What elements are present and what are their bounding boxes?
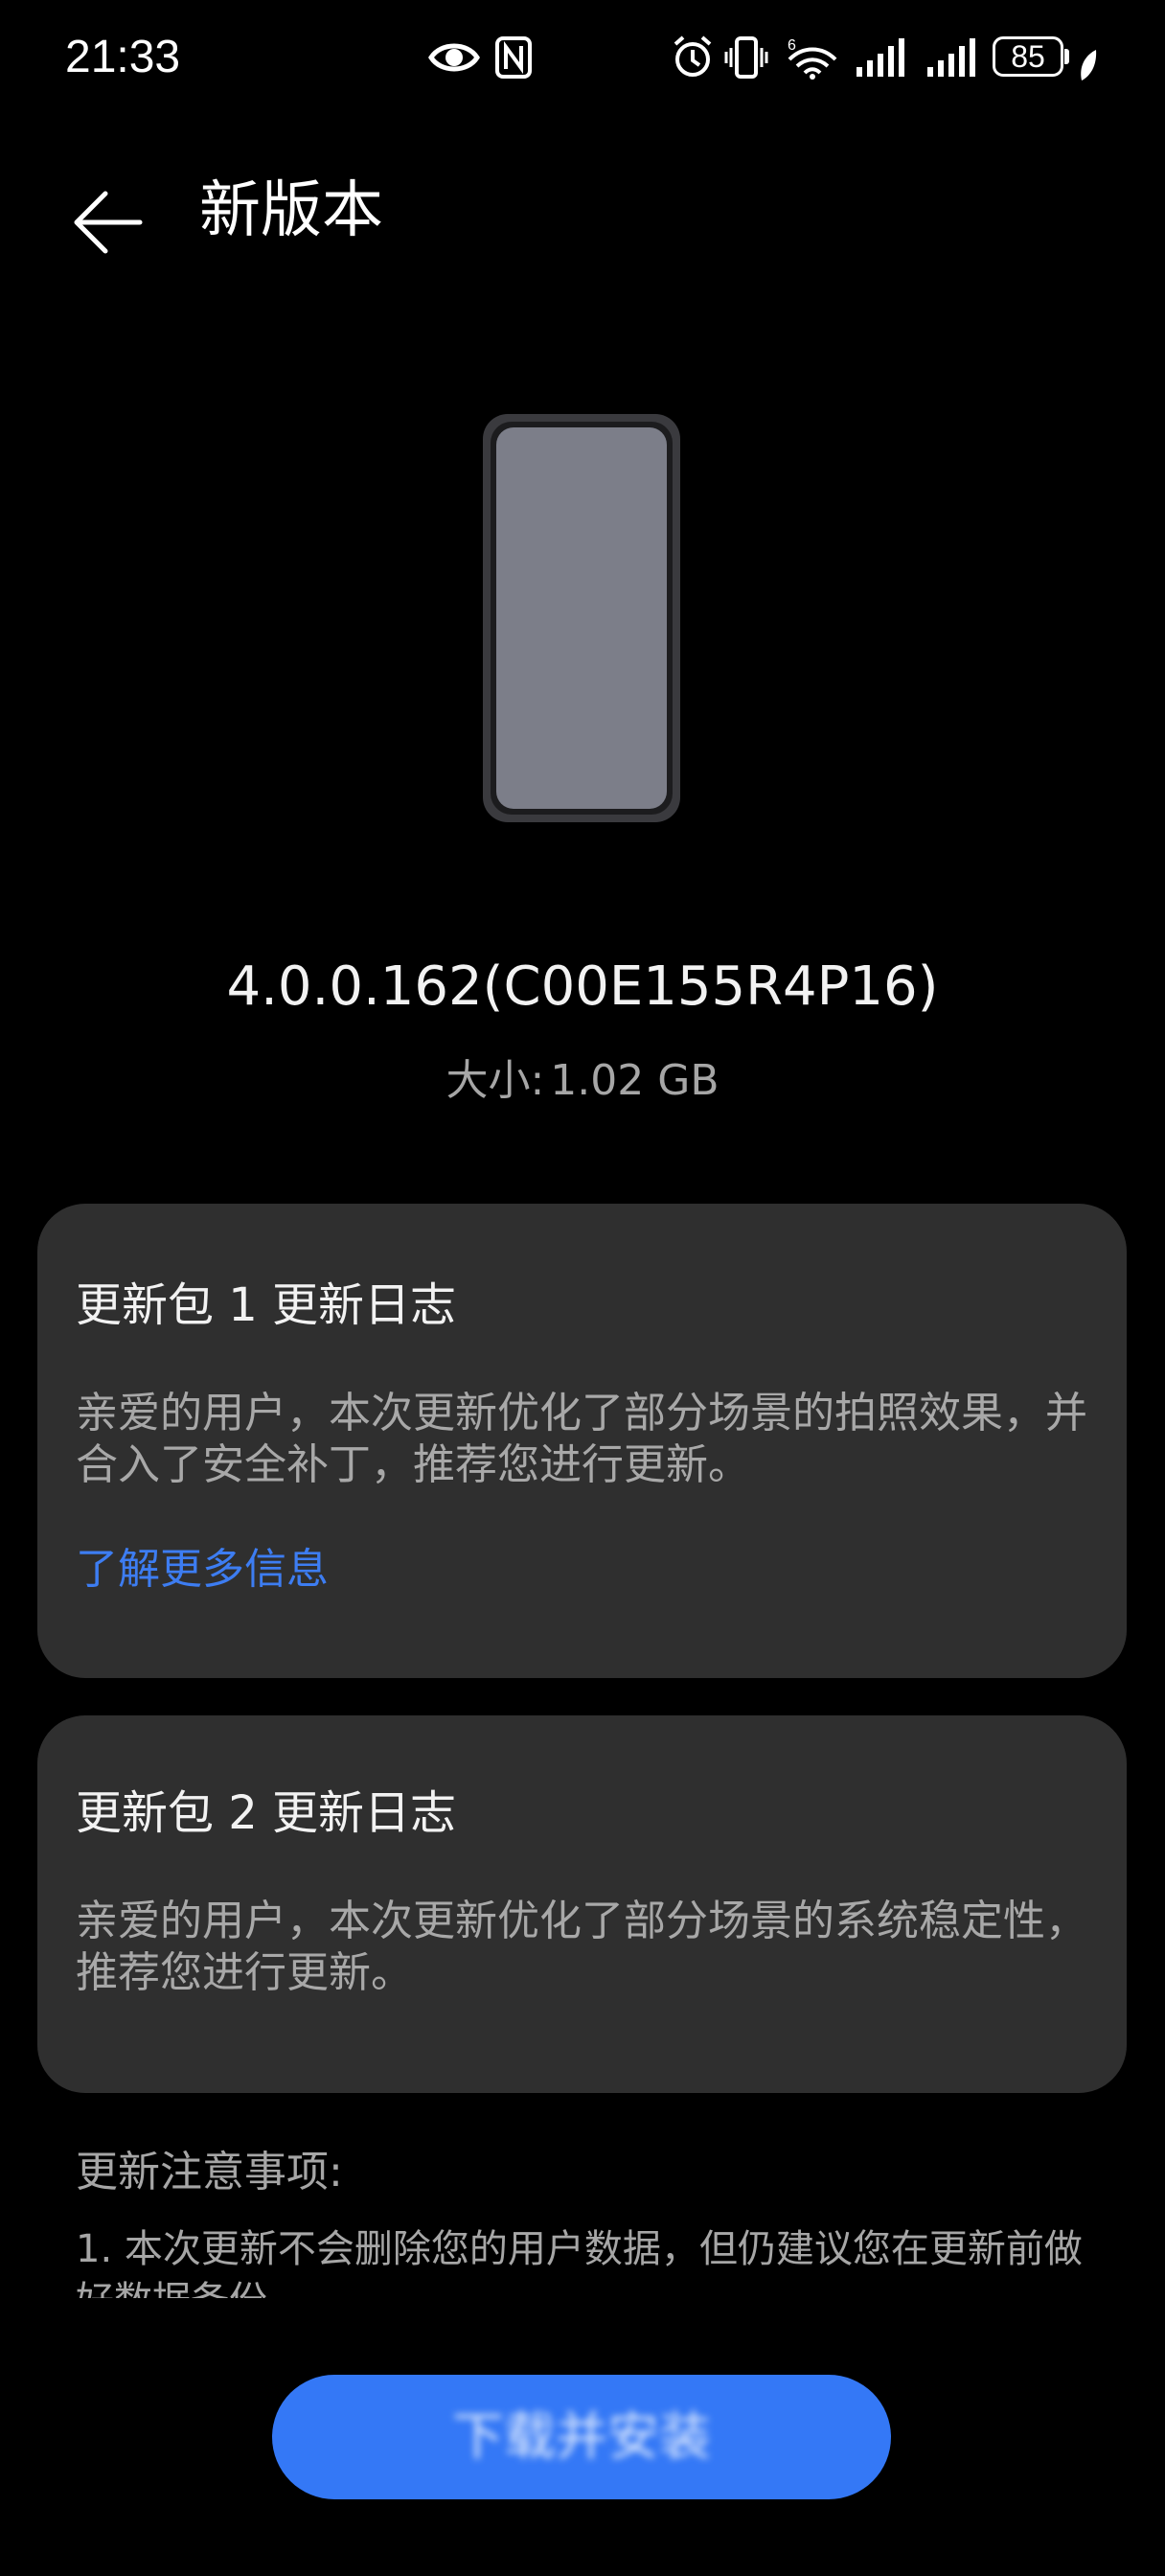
alarm-icon [674, 35, 712, 77]
changelog-card-1: 更新包 1 更新日志 亲爱的用户，本次更新优化了部分场景的拍照效果，并合入了安全… [37, 1204, 1127, 1678]
changelog-title: 更新包 2 更新日志 [76, 1786, 457, 1840]
wifi-6-icon: 6 [788, 37, 837, 80]
download-install-label: 下载并安装 [452, 2406, 711, 2467]
package-size: 大小: 1.02 GB [0, 1048, 1165, 1114]
changelog-title: 更新包 1 更新日志 [76, 1278, 457, 1332]
vibrate-icon [724, 36, 768, 79]
changelog-body: 亲爱的用户，本次更新优化了部分场景的拍照效果，并合入了安全补丁，推荐您进行更新。 [76, 1389, 1087, 1489]
nfc-icon [495, 36, 532, 79]
phone-illustration [483, 414, 680, 822]
notes-list[interactable]: 1. 本次更新不会删除您的用户数据，但仍建议您在更新前做好数据备份 [76, 2223, 1110, 2298]
signal-icon [857, 38, 904, 77]
header: 新版本 [0, 153, 1165, 259]
download-install-button[interactable]: 下载并安装 [272, 2375, 891, 2499]
learn-more-link[interactable]: 了解更多信息 [76, 1539, 329, 1600]
status-bar: 21:33 6 85 [0, 0, 1165, 125]
notes-title: 更新注意事项: [76, 2148, 343, 2196]
battery-icon: 85 [993, 36, 1063, 77]
changelog-body: 亲爱的用户，本次更新优化了部分场景的系统稳定性，推荐您进行更新。 [76, 1897, 1087, 1997]
battery-cap [1064, 49, 1069, 64]
size-label: 大小: [445, 1056, 545, 1105]
changelog-card-2: 更新包 2 更新日志 亲爱的用户，本次更新优化了部分场景的系统稳定性，推荐您进行… [37, 1715, 1127, 2093]
size-value: 1.02 GB [550, 1056, 720, 1105]
leaf-icon [1081, 50, 1097, 80]
status-time: 21:33 [65, 32, 181, 82]
notes-item: 1. 本次更新不会删除您的用户数据，但仍建议您在更新前做好数据备份 [76, 2227, 1083, 2298]
svg-text:6: 6 [788, 37, 796, 54]
eye-icon [428, 43, 480, 72]
arrow-left-icon[interactable] [67, 172, 153, 259]
version-number: 4.0.0.162(C00E155R4P16) [226, 955, 939, 1018]
page-title: 新版本 [199, 175, 383, 246]
signal-icon [927, 38, 975, 77]
